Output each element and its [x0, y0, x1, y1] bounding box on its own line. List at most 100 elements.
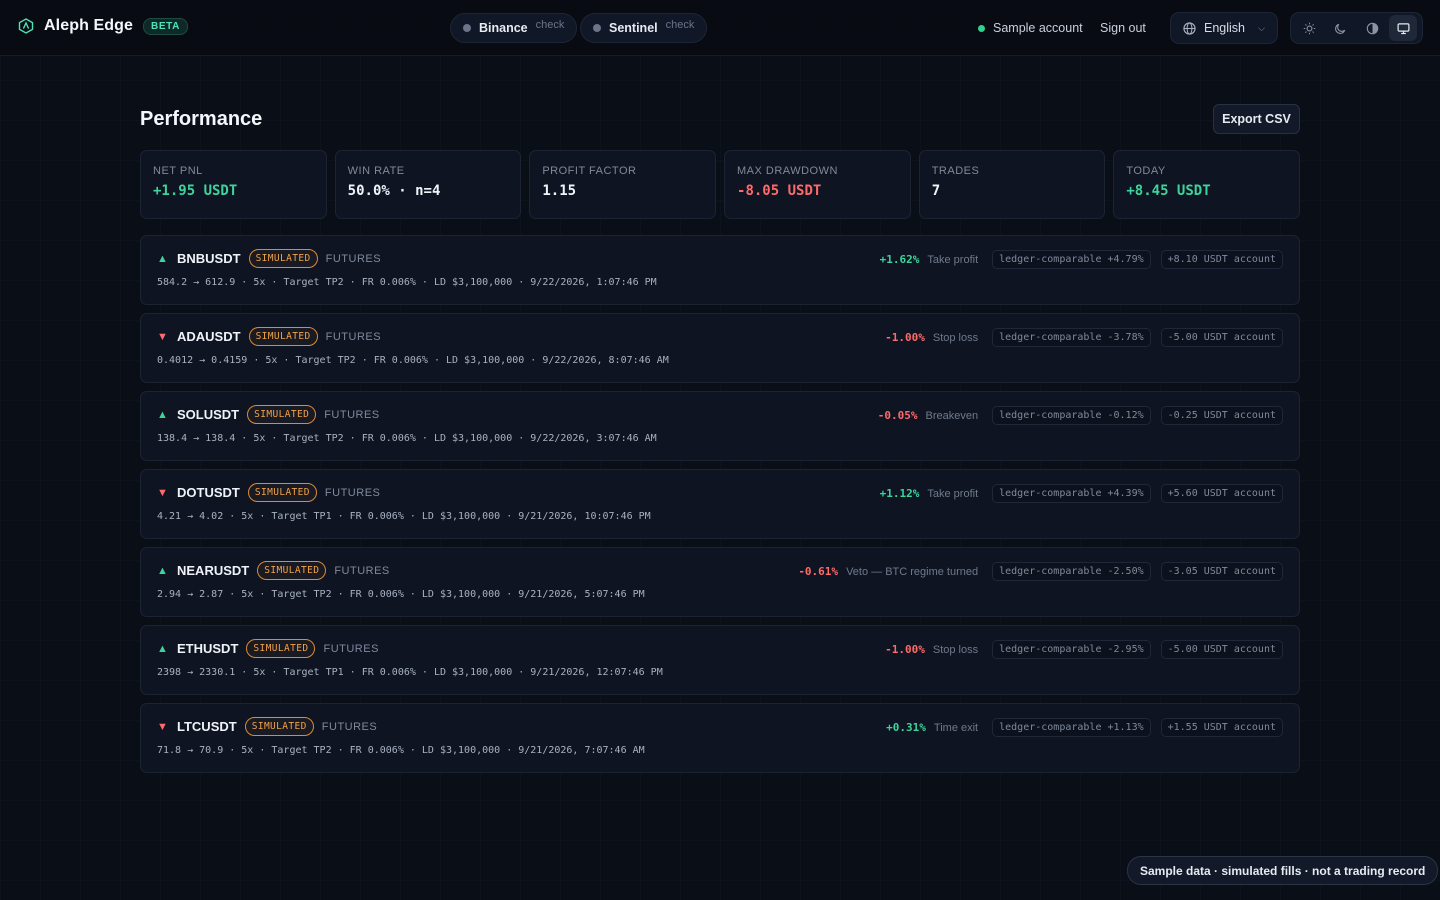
stat-card-trades: TRADES 7: [918, 150, 1106, 219]
trade-pct: -1.00%: [885, 643, 925, 656]
account-indicator: Sample account: [978, 21, 1083, 35]
trade-pct: +1.12%: [879, 487, 920, 500]
trade-details: 71.8 → 70.9 · 5x · Target TP2 · FR 0.006…: [157, 745, 645, 756]
moon-icon: [1335, 23, 1346, 34]
brand[interactable]: Aleph Edge BETA: [18, 17, 188, 35]
triangle-down-icon: ▼: [157, 330, 168, 343]
ledger-tag: ledger-comparable -2.50%: [992, 562, 1151, 581]
trade-list: ▲ BNBUSDT SIMULATED FUTURES 584.2 → 612.…: [140, 235, 1300, 781]
brand-name: Aleph Edge: [44, 17, 134, 34]
service-status-sentinel[interactable]: Sentinel check: [580, 13, 708, 43]
theme-contrast-button[interactable]: [1358, 15, 1386, 41]
trade-details: 4.21 → 4.02 · 5x · Target TP1 · FR 0.006…: [157, 511, 651, 522]
contrast-icon: [1366, 22, 1378, 34]
market-type: FUTURES: [324, 486, 381, 499]
export-csv-button[interactable]: Export CSV: [1213, 104, 1300, 134]
stat-card-profit-factor: PROFIT FACTOR 1.15: [529, 150, 717, 219]
market-type: FUTURES: [334, 564, 390, 577]
stat-card-win-rate: WIN RATE 50.0% · n=4: [334, 150, 522, 219]
account-name: Sample account: [993, 21, 1083, 35]
market-type: FUTURES: [325, 252, 382, 265]
trade-symbol: DOTUSDT: [177, 485, 240, 500]
account-tag: +8.10 USDT account: [1160, 250, 1283, 269]
online-dot-icon: [978, 24, 985, 32]
triangle-up-icon: ▲: [157, 408, 168, 421]
market-type: FUTURES: [325, 330, 382, 343]
ledger-tag: ledger-comparable -2.95%: [992, 640, 1151, 659]
ledger-tag: ledger-comparable -3.78%: [992, 328, 1151, 347]
ledger-tag: ledger-comparable +4.79%: [992, 250, 1151, 269]
exit-reason: Stop loss: [932, 643, 979, 656]
exit-reason: Stop loss: [932, 331, 979, 344]
sign-out-link[interactable]: Sign out: [1100, 21, 1146, 35]
stat-label: TRADES: [931, 165, 980, 177]
account-tag: -5.00 USDT account: [1160, 640, 1283, 659]
account-tag: -0.25 USDT account: [1160, 406, 1283, 425]
exit-reason: Take profit: [927, 253, 979, 266]
stat-value: 1.15: [542, 183, 577, 199]
logo-icon: [18, 18, 34, 34]
service-status-binance[interactable]: Binance check: [450, 13, 578, 43]
monitor-icon: [1397, 22, 1410, 34]
simulated-badge: SIMULATED: [244, 717, 314, 736]
triangle-up-icon: ▲: [157, 564, 168, 577]
trade-symbol: LTCUSDT: [177, 719, 237, 734]
trade-pct: -1.00%: [885, 331, 925, 344]
trade-pct: -0.05%: [877, 409, 918, 422]
theme-dark-button[interactable]: [1327, 15, 1355, 41]
account-tag: -3.05 USDT account: [1160, 562, 1283, 581]
trade-details: 138.4 → 138.4 · 5x · Target TP2 · FR 0.0…: [157, 433, 657, 444]
page-title: Performance: [140, 108, 263, 130]
globe-icon: [1183, 21, 1196, 35]
sample-data-notice: Sample data · simulated fills · not a tr…: [1127, 856, 1439, 885]
trade-row[interactable]: ▼ ADAUSDT SIMULATED FUTURES 0.4012 → 0.4…: [140, 313, 1300, 383]
stat-card-max-drawdown: MAX DRAWDOWN -8.05 USDT: [724, 150, 911, 219]
trade-row[interactable]: ▲ NEARUSDT SIMULATED FUTURES 2.94 → 2.87…: [140, 547, 1300, 617]
market-type: FUTURES: [323, 642, 379, 655]
trade-pct: +1.62%: [879, 253, 920, 266]
service-check: check: [665, 19, 695, 31]
stat-label: TODAY: [1126, 165, 1166, 177]
stat-value: 7: [931, 183, 941, 199]
stat-label: MAX DRAWDOWN: [737, 165, 838, 177]
theme-switcher: [1290, 12, 1423, 44]
trade-row[interactable]: ▼ LTCUSDT SIMULATED FUTURES 71.8 → 70.9 …: [140, 703, 1300, 773]
trade-symbol: ADAUSDT: [177, 329, 241, 344]
language-label: English: [1204, 21, 1245, 35]
top-bar: Aleph Edge BETA Binance check Sentinel c…: [0, 0, 1440, 56]
trade-symbol: SOLUSDT: [177, 407, 240, 422]
trade-row[interactable]: ▲ SOLUSDT SIMULATED FUTURES 138.4 → 138.…: [140, 391, 1300, 461]
exit-reason: Take profit: [927, 487, 979, 500]
stat-label: WIN RATE: [347, 165, 405, 177]
stat-label: PROFIT FACTOR: [542, 165, 637, 177]
service-name: Binance: [479, 21, 528, 35]
status-dot-icon: [593, 24, 601, 32]
language-select[interactable]: English ⌵: [1170, 12, 1278, 44]
stat-card-net-pnl: NET PNL +1.95 USDT: [140, 150, 327, 219]
chevron-down-icon: ⌵: [1258, 22, 1265, 33]
stat-label: NET PNL: [153, 165, 203, 177]
market-type: FUTURES: [321, 720, 378, 733]
simulated-badge: SIMULATED: [248, 327, 318, 346]
service-check: check: [535, 19, 565, 31]
service-name: Sentinel: [609, 21, 658, 35]
account-tag: +1.55 USDT account: [1160, 718, 1283, 737]
stat-card-today: TODAY +8.45 USDT: [1113, 150, 1301, 219]
trade-row[interactable]: ▼ DOTUSDT SIMULATED FUTURES 4.21 → 4.02 …: [140, 469, 1300, 539]
triangle-down-icon: ▼: [157, 720, 168, 733]
stat-value: -8.05 USDT: [737, 183, 822, 199]
trade-row[interactable]: ▲ BNBUSDT SIMULATED FUTURES 584.2 → 612.…: [140, 235, 1300, 305]
simulated-badge: SIMULATED: [247, 483, 317, 502]
ledger-tag: ledger-comparable -0.12%: [992, 406, 1151, 425]
simulated-badge: SIMULATED: [248, 249, 318, 268]
simulated-badge: SIMULATED: [247, 405, 317, 424]
exit-reason: Time exit: [933, 721, 979, 734]
theme-system-button[interactable]: [1389, 15, 1418, 41]
ledger-tag: ledger-comparable +4.39%: [992, 484, 1151, 503]
exit-reason: Veto — BTC regime turned: [846, 565, 979, 578]
trade-symbol: ETHUSDT: [177, 641, 239, 656]
stat-value: +1.95 USDT: [153, 183, 238, 199]
beta-badge: BETA: [143, 17, 188, 35]
trade-row[interactable]: ▲ ETHUSDT SIMULATED FUTURES 2398 → 2330.…: [140, 625, 1300, 695]
theme-light-button[interactable]: [1296, 15, 1324, 41]
